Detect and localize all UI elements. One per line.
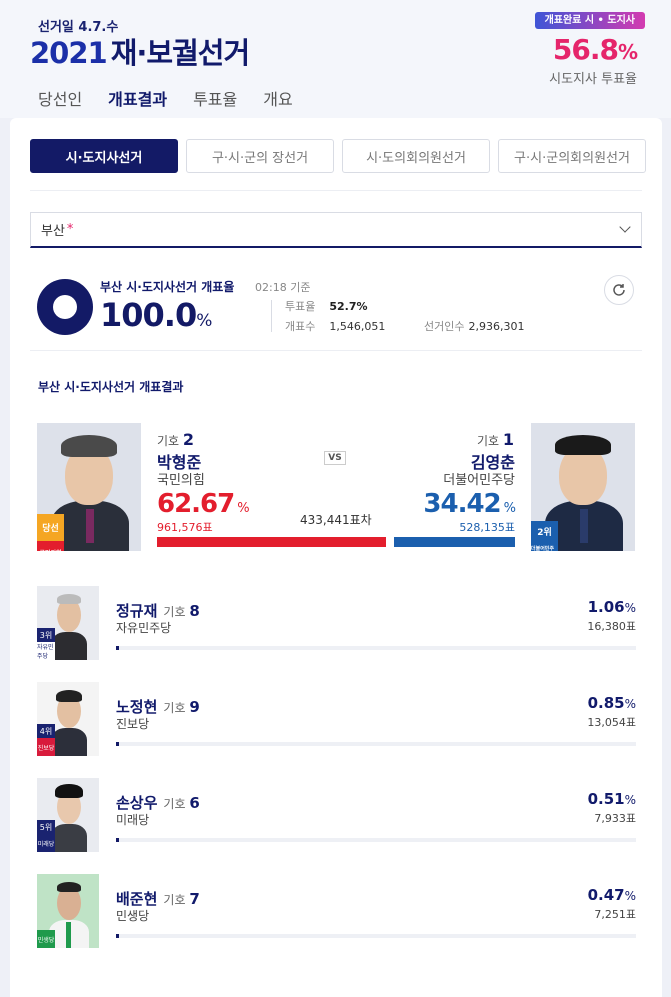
count-title: 부산 시·도지사선거 개표율 (100, 280, 235, 294)
list-item: 4위 진보당 노정현 기호 9 진보당 0.85% 13,054표 (10, 682, 662, 778)
winner-pct: 62.67% (157, 489, 250, 519)
vote-gap: 433,441표차 (300, 513, 372, 527)
candidate-pct: 0.85% (587, 694, 636, 712)
runnerup-votes: 528,135표 (459, 521, 515, 534)
candidate-photo: 민생당 (37, 874, 99, 948)
logo-name: 재·보궐선거 (110, 36, 250, 70)
divider (30, 350, 642, 351)
vs-label: VS (324, 451, 346, 465)
candidate-photo: 3위 자유민주당 (37, 586, 99, 660)
runnerup-pct: 34.42% (423, 489, 516, 519)
candidate-votes: 7,251표 (594, 908, 636, 921)
header: 선거일 4.7.수 2021 재·보궐선거 개표완료 시 • 도지사 56.8% … (0, 0, 671, 121)
list-item: 3위 자유민주당 정규재 기호 8 자유민주당 1.06% 16,380표 (10, 586, 662, 682)
share-bar-track (116, 934, 636, 938)
refresh-button[interactable] (604, 275, 634, 305)
candidate-pct: 1.06% (587, 598, 636, 616)
stat-turnout: 투표율 52.7% (285, 300, 368, 313)
tab-governor[interactable]: 시·도지사선거 (30, 139, 178, 173)
rank-badge: 4위 (37, 724, 55, 738)
candidate-votes: 7,933표 (594, 812, 636, 825)
candidate-name: 정규재 기호 8 (116, 602, 200, 620)
region-value: 부산 (41, 224, 65, 239)
divider (30, 190, 642, 191)
refresh-icon (613, 284, 625, 296)
share-bar-track (116, 742, 636, 746)
share-bar-fill (116, 838, 119, 842)
tab-winners[interactable]: 당선인 (38, 86, 82, 121)
count-rate: 100.0% (100, 296, 212, 334)
share-bar-track (116, 646, 636, 650)
chevron-down-icon (619, 221, 631, 233)
logo[interactable]: 2021 재·보궐선거 (30, 30, 250, 72)
winner-badge: 당선 (37, 514, 64, 541)
share-bar-fill (116, 646, 119, 650)
party-logo: 진보당 (37, 738, 55, 756)
rank-badge: 3위 (37, 628, 55, 642)
share-bar-track (116, 838, 636, 842)
result-title: 부산 시·도지사선거 개표결과 (38, 380, 184, 394)
winner-share-bar (157, 537, 386, 547)
candidate-name: 손상우 기호 6 (116, 794, 200, 812)
winner-party: 국민의힘 (157, 473, 205, 488)
party-logo: 자유민주당 (37, 642, 55, 660)
runnerup-photo: 2위 더불어민주당 (531, 423, 635, 551)
count-time: 02:18 기준 (255, 281, 311, 294)
list-item: 민생당 배준현 기호 7 민생당 0.47% 7,251표 (10, 874, 662, 970)
candidate-pct: 0.51% (587, 790, 636, 808)
runnerup-share-bar (394, 537, 515, 547)
candidate-party: 민생당 (116, 909, 150, 923)
main-nav: 당선인 개표결과 투표율 개요 (38, 86, 293, 121)
winner-party-logo: 국민의힘 (37, 541, 64, 551)
runnerup-party-logo: 더불어민주당 (531, 541, 558, 551)
tab-results[interactable]: 개표결과 (108, 86, 168, 121)
candidate-pct: 0.47% (587, 886, 636, 904)
party-logo: 민생당 (37, 930, 55, 948)
region-select[interactable]: 부산 * (30, 212, 642, 248)
tab-turnout[interactable]: 투표율 (193, 86, 237, 121)
candidate-votes: 16,380표 (587, 620, 636, 633)
candidate-party: 자유민주당 (116, 621, 172, 635)
candidate-photo: 4위 진보당 (37, 682, 99, 756)
runnerup-number: 기호 1 (476, 430, 514, 449)
runnerup-rank: 2위 (531, 521, 558, 541)
election-type-tabs: 시·도지사선거 구·시·군의 장선거 시·도의회의원선거 구·시·군의회의원선거 (30, 139, 646, 173)
candidate-party: 미래당 (116, 813, 150, 827)
count-donut-chart (37, 279, 93, 335)
divider (271, 300, 272, 332)
stat-electorate: 선거인수 2,936,301 (424, 320, 525, 333)
candidate-party: 진보당 (116, 717, 150, 731)
tab-local-council[interactable]: 구·시·군의회의원선거 (498, 139, 646, 173)
tab-local-head[interactable]: 구·시·군의 장선거 (186, 139, 334, 173)
winner-number: 기호 2 (157, 430, 195, 449)
turnout-caption: 시도지사 투표율 (549, 72, 637, 87)
stat-counted: 개표수 1,546,051 (285, 320, 386, 333)
share-bar-fill (116, 934, 119, 938)
logo-year: 2021 (30, 36, 108, 70)
required-mark: * (66, 222, 74, 237)
list-item: 5위 미래당 손상우 기호 6 미래당 0.51% 7,933표 (10, 778, 662, 874)
candidate-name: 배준현 기호 7 (116, 890, 200, 908)
winner-photo: 당선 국민의힘 (37, 423, 141, 551)
candidate-photo: 5위 미래당 (37, 778, 99, 852)
results-card: 시·도지사선거 구·시·군의 장선거 시·도의회의원선거 구·시·군의회의원선거… (10, 118, 662, 997)
rank-badge: 5위 (37, 820, 55, 834)
winner-votes: 961,576표 (157, 521, 213, 534)
runnerup-party: 더불어민주당 (443, 473, 515, 488)
status-badge: 개표완료 시 • 도지사 (534, 12, 645, 29)
tab-provincial-council[interactable]: 시·도의회의원선거 (342, 139, 490, 173)
turnout-value: 56.8% (552, 33, 638, 66)
candidate-name: 노정현 기호 9 (116, 698, 200, 716)
tab-overview[interactable]: 개요 (263, 86, 292, 121)
candidate-votes: 13,054표 (587, 716, 636, 729)
party-logo: 미래당 (37, 834, 55, 852)
share-bar-fill (116, 742, 119, 746)
